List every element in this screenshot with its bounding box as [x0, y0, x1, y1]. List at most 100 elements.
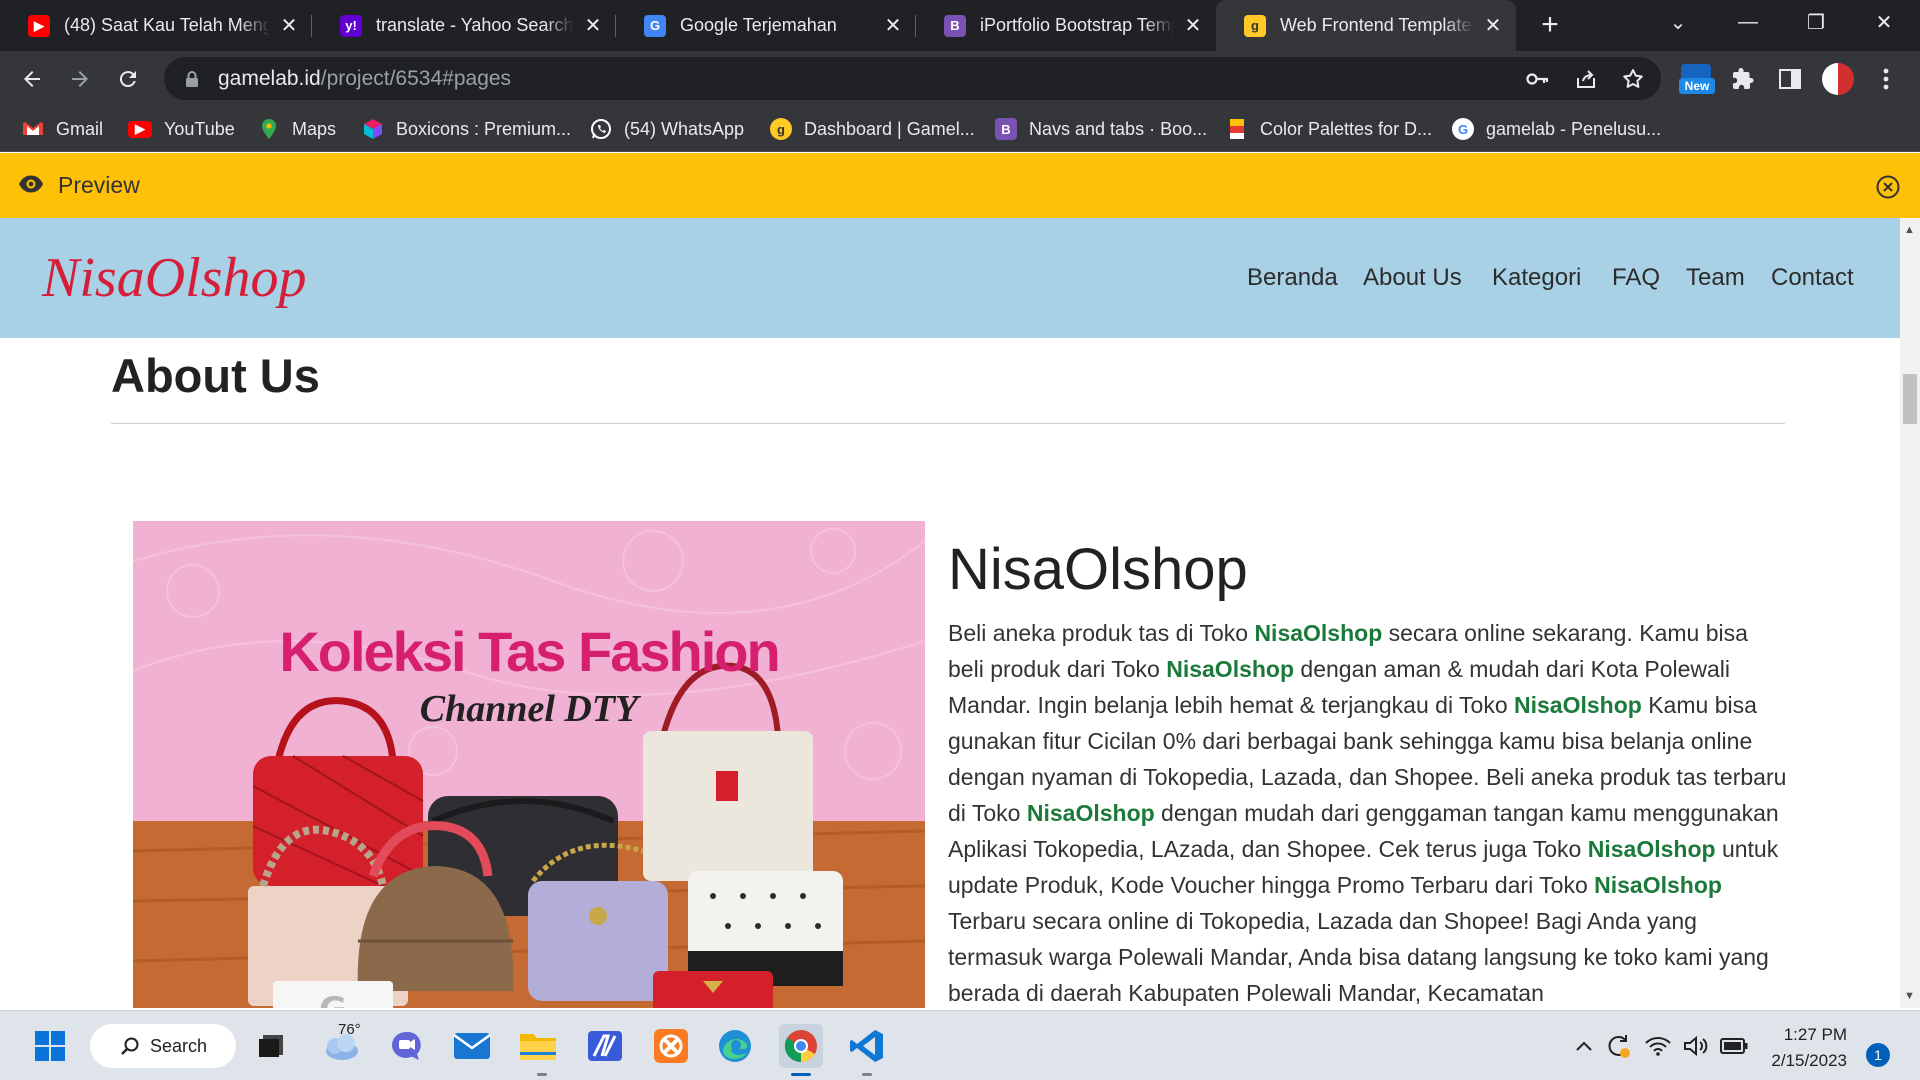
file-explorer-button[interactable]: [516, 1024, 560, 1068]
scrollbar-thumb[interactable]: [1903, 374, 1917, 424]
nav-about-us[interactable]: About Us: [1363, 264, 1462, 292]
close-window-button[interactable]: ✕: [1854, 0, 1914, 44]
nav-beranda[interactable]: Beranda: [1247, 264, 1338, 292]
clock-date[interactable]: 2/15/2023: [1757, 1051, 1847, 1071]
address-bar[interactable]: gamelab.id/project/6534#pages: [164, 57, 1661, 100]
promo-image: G Koleksi Tas Fashion Channel DTY: [133, 521, 925, 1008]
lock-icon[interactable]: [180, 67, 204, 91]
share-icon[interactable]: [1572, 65, 1600, 93]
volume-icon[interactable]: [1678, 1024, 1714, 1068]
bookmark-youtube[interactable]: ▶ YouTube: [128, 115, 235, 143]
bookmark-label: Gmail: [56, 118, 104, 139]
nav-team[interactable]: Team: [1686, 264, 1745, 292]
start-button[interactable]: [28, 1024, 72, 1068]
eye-icon: [19, 175, 43, 193]
new-tab-button[interactable]: +: [1533, 8, 1567, 42]
close-icon[interactable]: ✕: [278, 15, 300, 37]
handbags-illustration: G: [133, 528, 925, 1008]
xampp-icon: [654, 1029, 688, 1063]
vscode-button[interactable]: [845, 1024, 889, 1068]
google-icon: G: [1452, 118, 1474, 140]
bookmark-whatsapp[interactable]: (54) WhatsApp: [590, 115, 744, 143]
running-indicator: [537, 1073, 547, 1076]
boxicons-icon: [362, 118, 384, 140]
url-host: gamelab.id: [218, 66, 321, 90]
bookmark-gmail[interactable]: Gmail: [22, 115, 103, 143]
clock-time[interactable]: 1:27 PM: [1767, 1025, 1847, 1045]
folder-icon: [520, 1034, 556, 1060]
preview-label: Preview: [58, 172, 140, 198]
restore-button[interactable]: ❐: [1786, 0, 1846, 44]
scroll-down-arrow-icon[interactable]: ▼: [1904, 990, 1915, 1002]
bookmark-navs-tabs[interactable]: B Navs and tabs · Boo...: [995, 115, 1207, 143]
tab-strip: ▶ (48) Saat Kau Telah Mengerti ✕ y! tran…: [0, 0, 1920, 51]
tab-yahoo[interactable]: y! translate - Yahoo Search Results ✕: [312, 0, 616, 51]
svg-text:G: G: [319, 990, 347, 1008]
taskbar-search[interactable]: Search: [90, 1024, 236, 1068]
arrow-right-icon: [72, 71, 88, 87]
side-panel-button[interactable]: [1772, 61, 1808, 97]
tab-google-translate[interactable]: G Google Terjemahan ✕: [616, 0, 916, 51]
url-path: /project/6534#pages: [320, 66, 512, 90]
chrome-button[interactable]: [779, 1024, 823, 1068]
tab-iportfolio[interactable]: B iPortfolio Bootstrap Template ✕: [916, 0, 1216, 51]
forward-button[interactable]: [62, 61, 98, 97]
site-brand-logo[interactable]: NisaOlshop: [42, 246, 307, 310]
close-icon[interactable]: ✕: [882, 15, 904, 37]
site-navbar: NisaOlshop Beranda About Us Kategori FAQ…: [0, 218, 1900, 338]
brand-highlight: NisaOlshop: [1026, 800, 1155, 826]
promo-subtitle: Channel DTY: [419, 688, 639, 730]
bookmark-dashboard-gamelab[interactable]: g Dashboard | Gamel...: [770, 115, 975, 143]
star-icon[interactable]: [1619, 65, 1647, 93]
windows-taskbar: Search 76° 1:27 PM 2/15/2023 1: [0, 1010, 1920, 1080]
tab-gamelab-active[interactable]: g Web Frontend Template | gamelab ✕: [1216, 0, 1516, 51]
bookmark-boxicons[interactable]: Boxicons : Premium...: [362, 115, 571, 143]
close-icon[interactable]: ✕: [582, 15, 604, 37]
bookmark-color-palettes[interactable]: Color Palettes for D...: [1226, 115, 1432, 143]
task-view-button[interactable]: [249, 1024, 293, 1068]
nav-kategori[interactable]: Kategori: [1492, 264, 1581, 292]
tray-overflow-chevron-icon[interactable]: [1570, 1024, 1598, 1068]
mail-button[interactable]: [450, 1024, 494, 1068]
extension-new-button[interactable]: New: [1676, 61, 1716, 97]
tab-title: iPortfolio Bootstrap Template: [980, 15, 1174, 35]
tab-youtube[interactable]: ▶ (48) Saat Kau Telah Mengerti ✕: [0, 0, 312, 51]
chrome-menu-button[interactable]: [1868, 61, 1904, 97]
wifi-icon[interactable]: [1640, 1024, 1676, 1068]
tab-search-chevron-icon[interactable]: ⌄: [1648, 0, 1708, 44]
bookmark-label: Color Palettes for D...: [1260, 118, 1433, 139]
maps-icon: [258, 118, 280, 140]
sync-status-icon[interactable]: [1600, 1024, 1636, 1068]
chrome-icon: [784, 1030, 817, 1063]
search-label: Search: [150, 1035, 208, 1056]
about-text-segment: Terbaru secara online di Tokopedia, Laza…: [948, 908, 1769, 1006]
page-scrollbar[interactable]: ▲ ▼: [1900, 218, 1920, 1008]
profile-avatar[interactable]: [1820, 61, 1856, 97]
chat-button[interactable]: [384, 1024, 428, 1068]
avatar: [1822, 63, 1854, 95]
vscode-icon: [850, 1030, 883, 1062]
nav-contact[interactable]: Contact: [1771, 264, 1854, 292]
whatsapp-icon: [590, 118, 612, 140]
yahoo-icon: y!: [340, 14, 362, 37]
extensions-button[interactable]: [1725, 61, 1761, 97]
back-button[interactable]: [14, 61, 50, 97]
weather-temperature: 76°: [338, 1021, 361, 1038]
close-icon[interactable]: ✕: [1482, 15, 1504, 37]
edge-button[interactable]: [713, 1024, 757, 1068]
notification-badge[interactable]: 1: [1866, 1043, 1890, 1067]
minimize-button[interactable]: —: [1718, 0, 1778, 44]
nav-faq[interactable]: FAQ: [1612, 264, 1660, 292]
battery-icon[interactable]: [1716, 1024, 1752, 1068]
key-icon[interactable]: [1524, 65, 1552, 93]
xampp-button[interactable]: [649, 1024, 693, 1068]
close-icon[interactable]: ✕: [1182, 15, 1204, 37]
bookmark-gamelab-search[interactable]: G gamelab - Penelusu...: [1452, 115, 1661, 143]
scroll-up-arrow-icon[interactable]: ▲: [1904, 224, 1915, 236]
bookmark-maps[interactable]: Maps: [258, 115, 336, 143]
reload-button[interactable]: [110, 61, 146, 97]
app-button-a[interactable]: [583, 1024, 627, 1068]
close-preview-icon[interactable]: [1876, 175, 1900, 199]
youtube-icon: ▶: [128, 120, 152, 138]
about-heading: NisaOlshop: [948, 537, 1248, 602]
